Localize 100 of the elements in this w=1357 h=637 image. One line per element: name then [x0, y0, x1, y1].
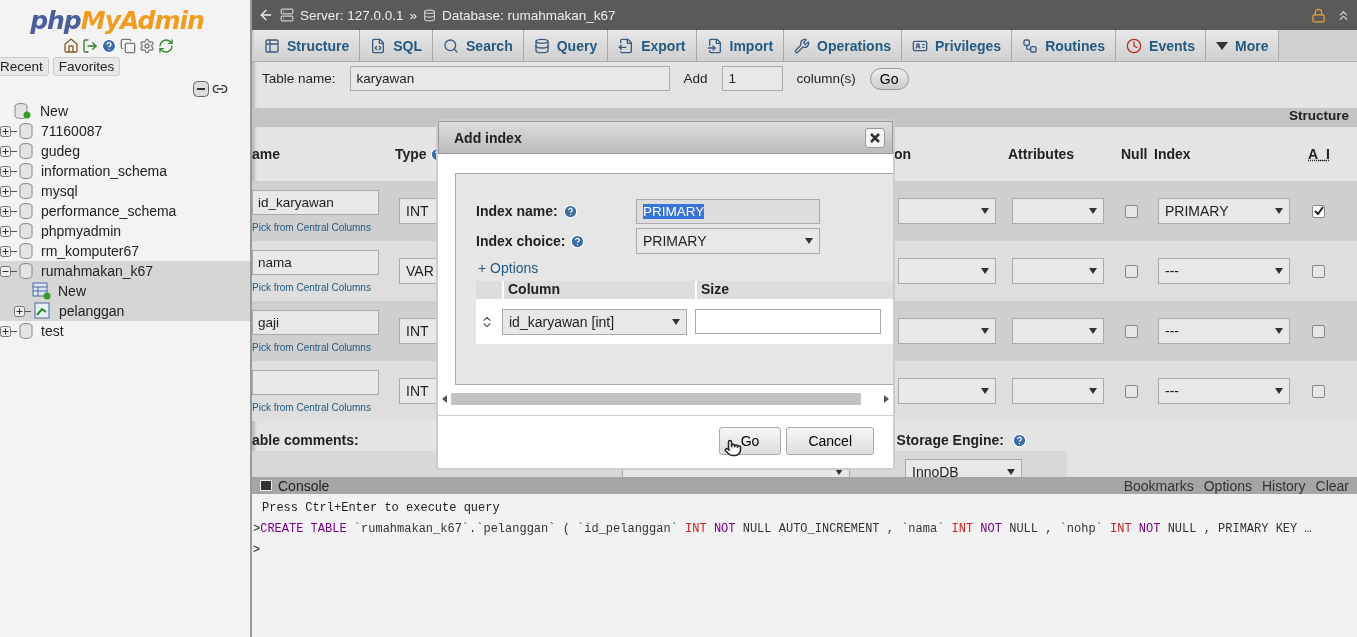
- caret-icon: [805, 238, 813, 244]
- checkbox[interactable]: [1312, 264, 1325, 278]
- tab[interactable]: Query: [523, 30, 609, 61]
- console-link[interactable]: Clear: [1315, 477, 1349, 494]
- console-link[interactable]: Options: [1203, 477, 1252, 494]
- close-button[interactable]: [865, 127, 885, 148]
- settings-icon[interactable]: [138, 38, 155, 54]
- column-name-field[interactable]: [252, 369, 379, 395]
- tab[interactable]: Routines: [1012, 30, 1117, 61]
- expand-icon[interactable]: [0, 205, 17, 217]
- central-columns-link[interactable]: Pick from Central Columns: [252, 341, 391, 353]
- new-table-icon: [32, 282, 52, 300]
- tree-item[interactable]: 71160087: [0, 121, 250, 141]
- tab[interactable]: Search: [433, 30, 524, 61]
- scroll-right-icon[interactable]: [884, 395, 889, 403]
- checkbox[interactable]: [1312, 384, 1325, 398]
- tree-item[interactable]: gudeg: [0, 141, 250, 161]
- column-name-field[interactable]: gaji: [252, 309, 379, 335]
- go-button[interactable]: Go: [869, 67, 909, 90]
- tab[interactable]: Import: [696, 30, 785, 61]
- cancel-button[interactable]: Cancel: [786, 427, 874, 455]
- lock-icon[interactable]: [1311, 7, 1326, 23]
- home-icon[interactable]: [62, 38, 79, 54]
- console-link[interactable]: Bookmarks: [1123, 477, 1194, 494]
- database-icon: [423, 8, 437, 22]
- breadcrumb-link[interactable]: Server: 127.0.0.1: [300, 7, 404, 23]
- expand-icon[interactable]: [0, 125, 17, 137]
- back-icon[interactable]: [258, 7, 274, 23]
- table-name-field[interactable]: karyawan: [349, 66, 670, 91]
- select-value: VAR: [406, 263, 434, 279]
- tab[interactable]: SQL: [360, 30, 433, 61]
- checkbox[interactable]: [1312, 204, 1325, 218]
- tree-item[interactable]: New: [0, 281, 250, 301]
- sidebar-tab[interactable]: Favorites: [52, 57, 121, 76]
- expand-icon[interactable]: [0, 165, 17, 177]
- column-header: ame: [252, 146, 281, 162]
- expand-icon[interactable]: [0, 225, 17, 237]
- console-link[interactable]: History: [1261, 477, 1306, 494]
- column-name-field[interactable]: id_karyawan: [252, 189, 379, 215]
- wrench-icon: [794, 37, 811, 54]
- tree-item[interactable]: test: [0, 321, 250, 341]
- expand-icon[interactable]: [0, 325, 17, 337]
- checkbox[interactable]: [1125, 204, 1138, 218]
- index-select[interactable]: ---: [1158, 318, 1290, 344]
- tab[interactable]: Structure: [254, 30, 361, 61]
- column-count-field[interactable]: 1: [721, 66, 783, 91]
- scrollbar-thumb[interactable]: [451, 393, 861, 405]
- select-value: INT: [406, 323, 429, 339]
- expand-icon[interactable]: [0, 185, 17, 197]
- column-name-field[interactable]: nama: [252, 249, 379, 275]
- breadcrumb-link[interactable]: Database: rumahmakan_k67: [442, 7, 616, 23]
- field-label: Add: [683, 71, 708, 86]
- help-icon[interactable]: [1011, 433, 1027, 448]
- tab[interactable]: Privileges: [902, 30, 1013, 61]
- help-icon[interactable]: [562, 203, 578, 219]
- index-name-field[interactable]: PRIMARY: [636, 198, 820, 224]
- storage-engine-select[interactable]: InnoDB: [905, 459, 1022, 477]
- go-button[interactable]: Go: [718, 427, 782, 455]
- tab[interactable]: More: [1205, 30, 1280, 61]
- help-icon[interactable]: [100, 38, 117, 54]
- tree-item[interactable]: performance_schema: [0, 201, 250, 221]
- index-select[interactable]: PRIMARY: [1158, 198, 1290, 224]
- expand-icon[interactable]: [0, 245, 17, 257]
- tab[interactable]: Events: [1116, 30, 1206, 61]
- column-select[interactable]: id_karyawan [int]: [502, 308, 687, 335]
- checkbox[interactable]: [1312, 324, 1325, 338]
- checkbox[interactable]: [1125, 264, 1138, 278]
- collapse-all-icon[interactable]: [193, 81, 209, 97]
- tree-item[interactable]: information_schema: [0, 161, 250, 181]
- logout-icon[interactable]: [81, 38, 98, 54]
- central-columns-link[interactable]: Pick from Central Columns: [252, 401, 391, 413]
- central-columns-link[interactable]: Pick from Central Columns: [252, 281, 391, 293]
- index-select[interactable]: ---: [1158, 258, 1290, 284]
- sidebar-tab[interactable]: Recent: [0, 57, 49, 76]
- central-columns-link[interactable]: Pick from Central Columns: [252, 221, 391, 233]
- help-icon[interactable]: [570, 233, 586, 249]
- collapse-icon[interactable]: [0, 265, 17, 277]
- tree-item[interactable]: rumahmakan_k67: [0, 261, 250, 281]
- expand-icon[interactable]: [0, 145, 17, 157]
- tree-item[interactable]: New: [0, 101, 250, 121]
- scroll-left-icon[interactable]: [442, 395, 447, 403]
- tree-item[interactable]: phpmyadmin: [0, 221, 250, 241]
- tree-item[interactable]: pelanggan: [0, 301, 250, 321]
- checkbox[interactable]: [1125, 324, 1138, 338]
- index-select[interactable]: ---: [1158, 378, 1290, 404]
- refresh-icon[interactable]: [157, 38, 174, 54]
- expand-icon[interactable]: [14, 305, 31, 317]
- tab[interactable]: Operations: [784, 30, 902, 61]
- caret-icon: [1089, 328, 1097, 334]
- size-field[interactable]: [695, 309, 881, 334]
- caret-icon: [981, 268, 989, 274]
- tree-item[interactable]: rm_komputer67: [0, 241, 250, 261]
- document-icon[interactable]: [119, 38, 136, 54]
- index-choice-select[interactable]: PRIMARY: [636, 228, 820, 254]
- options-link[interactable]: + Options: [478, 260, 539, 276]
- database-icon: [19, 243, 33, 259]
- console-title[interactable]: Console: [278, 477, 330, 494]
- tab[interactable]: Export: [608, 30, 697, 61]
- checkbox[interactable]: [1125, 384, 1138, 398]
- tree-item[interactable]: mysql: [0, 181, 250, 201]
